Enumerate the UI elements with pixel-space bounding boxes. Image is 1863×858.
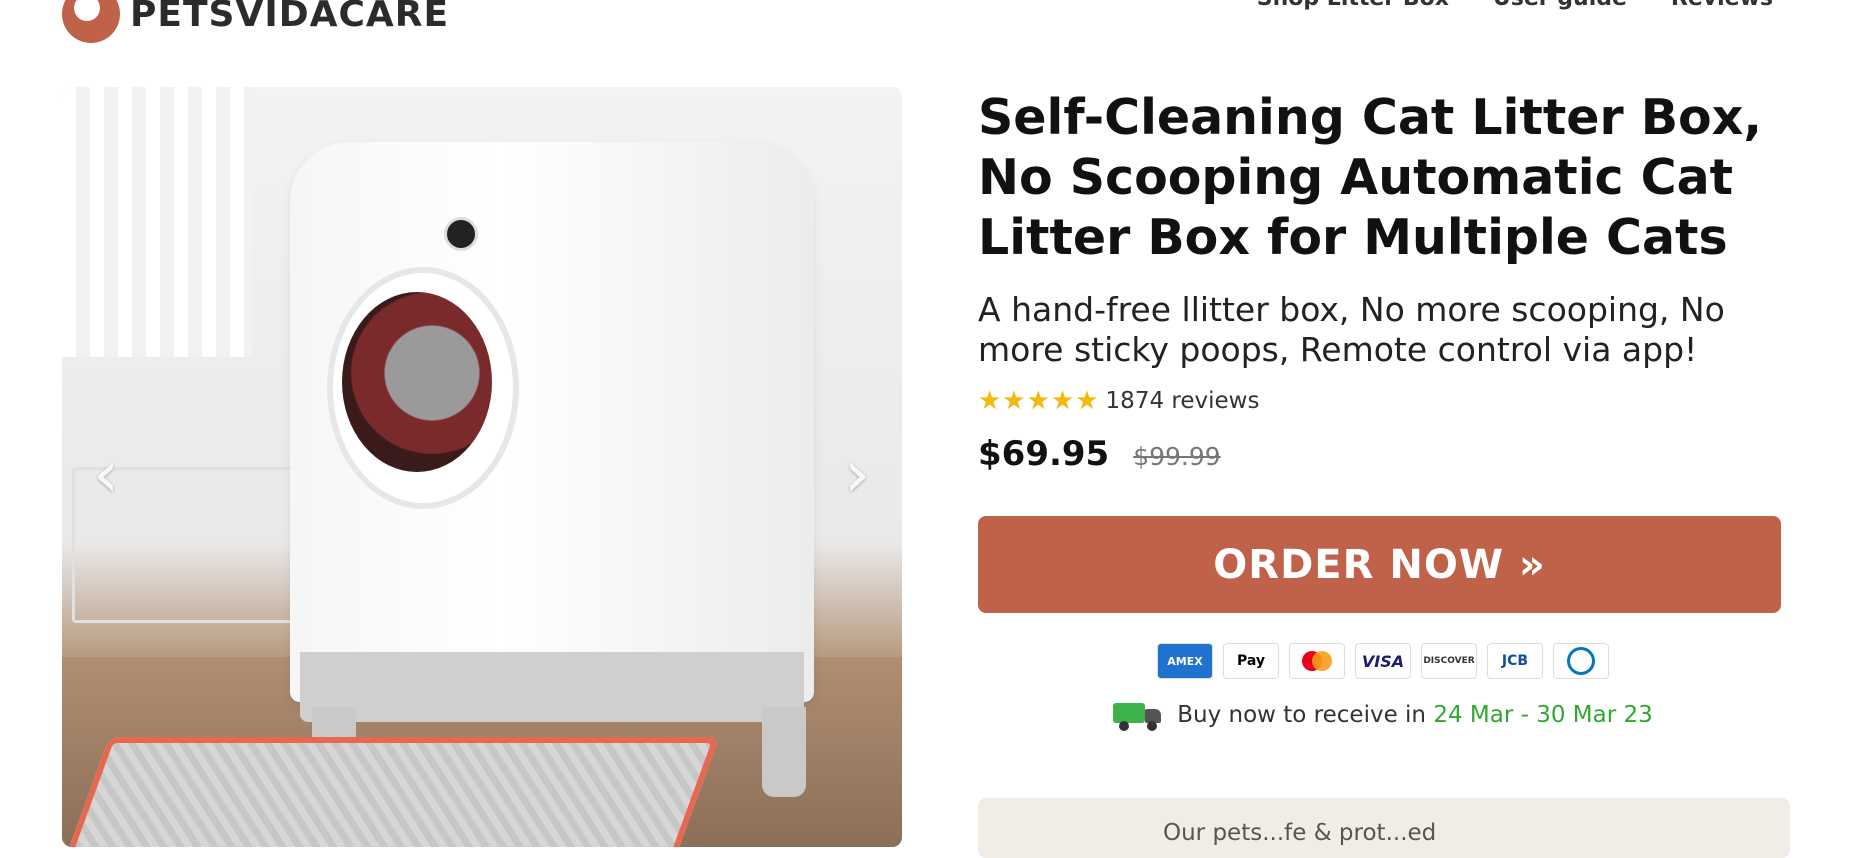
camera-icon [444,217,478,251]
litter-box-base [300,652,804,722]
apple-pay-icon: Pay [1223,643,1279,679]
mastercard-icon [1289,643,1345,679]
logo-cat-icon [62,0,120,43]
rating: ★★★★★ 1874 reviews [978,386,1788,416]
main-nav: Shop Litter Box User guide Reviews [1257,0,1773,11]
litter-mat [62,737,720,847]
visa-icon: VISA [1355,643,1411,679]
price-row: $69.95 $99.99 [978,434,1788,474]
delivery-estimate: Buy now to receive in 24 Mar - 30 Mar 23 [978,699,1788,731]
guarantee-text: Our pets...fe & prot...ed [1163,820,1437,846]
litter-box-leg [762,707,806,797]
delivery-prefix: Buy now to receive in [1177,702,1434,728]
product-image-gallery: ‹ › [62,87,902,847]
delivery-truck-icon [1113,699,1163,731]
product-title: Self-Cleaning Cat Litter Box, No Scoopin… [978,89,1762,266]
logo[interactable]: PETSVIDACARE [62,0,449,44]
logo-text: PETSVIDACARE [130,0,450,35]
amex-icon: AMEX [1157,643,1213,679]
order-now-button[interactable]: ORDER NOW » [978,516,1781,613]
cat-image [342,292,492,472]
gallery-prev-icon[interactable]: ‹ [86,443,126,507]
product-subtitle: A hand-free llitter box, No more scoopin… [978,290,1725,369]
discover-icon: DISCOVER [1421,643,1477,679]
guarantee-banner: Our pets...fe & prot...ed [978,798,1790,858]
payment-methods: AMEX Pay VISA DISCOVER JCB [978,643,1788,679]
site-header: PETSVIDACARE Shop Litter Box User guide … [0,0,1863,60]
apple-pay-label: Pay [1236,653,1266,669]
curtain-decoration [62,87,252,357]
star-rating-icon: ★★★★★ [978,386,1100,416]
delivery-dates: 24 Mar - 30 Mar 23 [1433,702,1653,728]
delivery-text: Buy now to receive in 24 Mar - 30 Mar 23 [1177,702,1653,728]
nav-user-guide[interactable]: User guide [1493,0,1627,11]
nav-reviews[interactable]: Reviews [1671,0,1773,11]
nav-shop-litter-box[interactable]: Shop Litter Box [1257,0,1449,11]
reviews-link[interactable]: 1874 reviews [1106,388,1260,414]
diners-club-icon [1553,643,1609,679]
current-price: $69.95 [978,434,1110,474]
product-info: Self-Cleaning Cat Litter Box, No Scoopin… [978,88,1788,731]
original-price: $99.99 [1133,442,1221,471]
gallery-next-icon[interactable]: › [837,443,877,507]
jcb-icon: JCB [1487,643,1543,679]
